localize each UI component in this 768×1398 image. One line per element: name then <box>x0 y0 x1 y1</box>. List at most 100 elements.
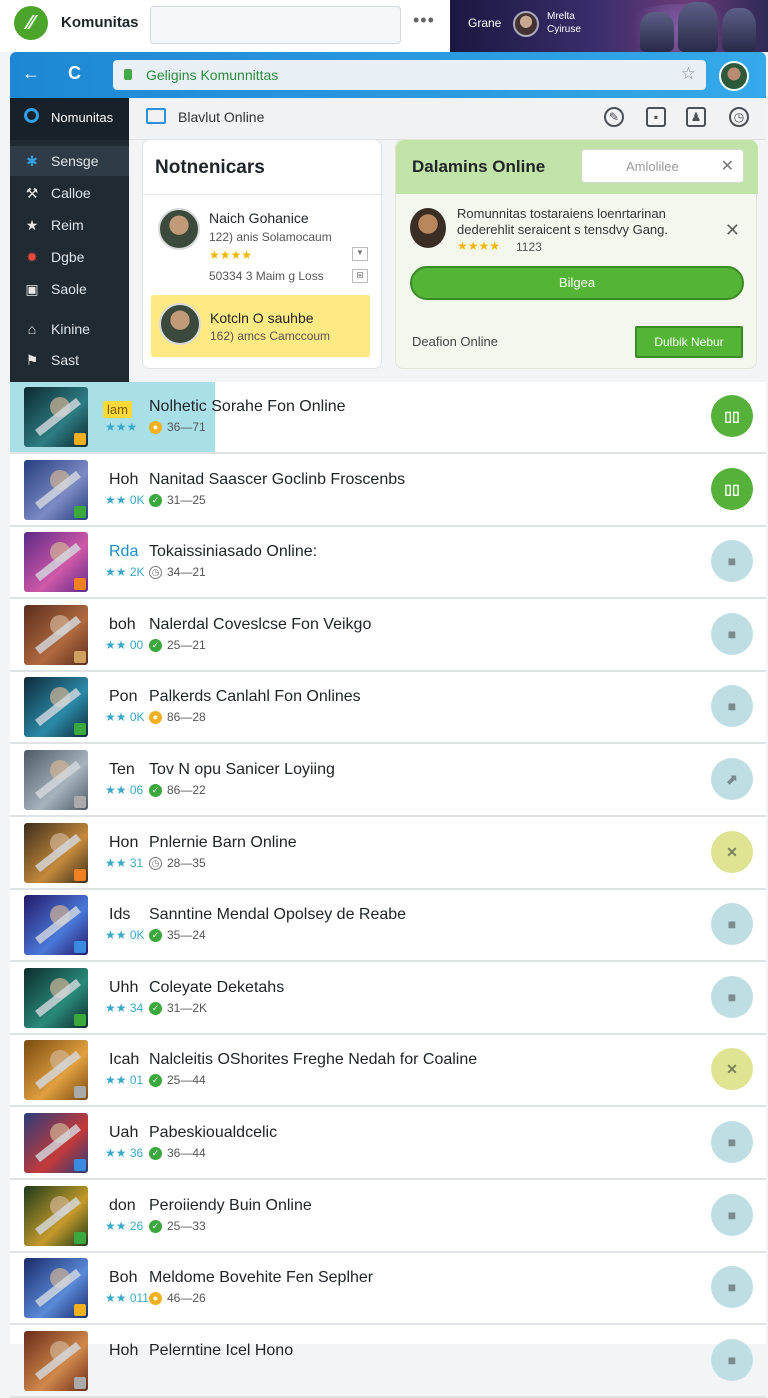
footer-button[interactable]: Dulbik Nebur <box>635 326 743 358</box>
game-thumbnail[interactable] <box>24 1258 88 1319</box>
member-avatar <box>159 303 201 345</box>
sidebar-item-kinine[interactable]: ⌂ Kinine <box>10 314 129 344</box>
row-title[interactable]: Palkerds Canlahl Fon Onlines <box>149 688 361 706</box>
sidebar-item-sensge[interactable]: ✱ Sensge <box>10 146 129 176</box>
address-bar[interactable]: Geligins Komunnittas ☆ <box>113 60 706 90</box>
list-item[interactable]: Rda Tokaissiniasado Online: ★★ 2K ◷ 34—21 ■ <box>10 527 766 600</box>
bookmark-star-icon[interactable]: ☆ <box>681 64 696 84</box>
list-item[interactable]: boh Nalerdal Coveslcse Fon Veikgo ★★ 00 ✓ 25… <box>10 600 766 672</box>
row-action-button[interactable]: ▯▯ <box>711 467 753 510</box>
reload-icon[interactable]: C <box>68 63 81 84</box>
row-action-button[interactable]: ✕ <box>711 830 753 873</box>
row-action-button[interactable]: ■ <box>711 1266 753 1309</box>
row-action-button[interactable]: ■ <box>711 612 753 655</box>
row-action-button[interactable]: ▯▯ <box>711 395 753 437</box>
clear-icon[interactable]: ✕ <box>721 156 734 176</box>
list-item[interactable]: Ids Sanntine Mendal Opolsey de Reabe ★★ 0K… <box>10 890 766 963</box>
game-thumbnail[interactable] <box>24 895 88 956</box>
game-thumbnail[interactable] <box>24 604 88 665</box>
platform-badge-icon <box>74 1086 86 1099</box>
row-action-button[interactable]: ✕ <box>711 1048 753 1091</box>
post-avatar[interactable] <box>410 208 446 248</box>
list-item[interactable]: Uhh Coleyate Deketahs ★★ 34 ✓ 31—2K ■ <box>10 963 766 1035</box>
row-title[interactable]: Nalerdal Coveslcse Fon Veikgo <box>149 616 371 634</box>
game-thumbnail[interactable] <box>24 1040 88 1101</box>
profile-avatar[interactable] <box>719 61 749 91</box>
game-thumbnail[interactable] <box>24 677 88 738</box>
game-thumbnail[interactable] <box>24 1185 88 1246</box>
list-item[interactable]: Boh Meldome Bovehite Fen Seplher ★★ 011 ● 46… <box>10 1253 766 1326</box>
clock-icon[interactable]: ◷ <box>729 107 749 127</box>
grid-icon[interactable]: ⊞ <box>352 269 368 283</box>
row-action-button[interactable]: ■ <box>711 685 753 728</box>
row-action-button[interactable]: ■ <box>711 1338 753 1381</box>
row-action-button[interactable]: ■ <box>711 975 753 1018</box>
row-title[interactable]: Peroiiendy Buin Online <box>149 1197 312 1215</box>
list-item[interactable]: Hon Pnlernie Barn Online ★★ 31 ◷ 28—35 ✕ <box>10 818 766 890</box>
online-search-input[interactable]: Amlolilee ✕ <box>581 149 744 183</box>
list-item[interactable]: Icah Nalcleitis OShorites Freghe Nedah fo… <box>10 1035 766 1108</box>
platform-badge-icon <box>74 1013 86 1026</box>
row-action-button[interactable]: ■ <box>711 1121 753 1163</box>
row-title[interactable]: Tokaissiniasado Online: <box>149 543 317 561</box>
member-avatar[interactable] <box>158 208 200 250</box>
close-icon[interactable]: ✕ <box>725 220 740 241</box>
member-name: Kotcln O sauhbe <box>210 310 314 326</box>
banner-avatar[interactable] <box>513 11 539 37</box>
square-icon[interactable]: ▪ <box>646 107 666 127</box>
row-title[interactable]: Nanitad Saascer Goclinb Froscenbs <box>149 471 405 489</box>
game-thumbnail[interactable] <box>24 1330 88 1391</box>
row-action-button[interactable]: ■ <box>711 1193 753 1236</box>
edit-icon[interactable]: ✎ <box>604 107 624 127</box>
row-title[interactable]: Nolhetic Sorahe Fon Online <box>149 398 346 416</box>
post-text: Romunnitas tostaraiens loenrtarinan dede… <box>457 206 669 237</box>
game-thumbnail[interactable] <box>24 750 88 810</box>
sidebar-item-sast[interactable]: ⚑ Sast <box>10 345 129 375</box>
row-action-button[interactable]: ■ <box>711 540 753 583</box>
row-action-button[interactable]: ⬈ <box>711 758 753 800</box>
sidebar-header[interactable]: Nomunitas <box>10 98 129 140</box>
top-search-input[interactable] <box>150 6 401 44</box>
platform-badge-icon <box>74 1376 86 1389</box>
game-banner[interactable]: Grane Mrelta Cyiruse <box>450 0 768 52</box>
sidebar-item-reim[interactable]: ★ Reim <box>10 210 129 240</box>
list-item[interactable]: Uah Pabeskioualdcelic ★★ 36 ✓ 36—44 ■ <box>10 1108 766 1180</box>
game-thumbnail[interactable] <box>24 532 88 593</box>
dropdown-icon[interactable]: ▼ <box>352 247 368 261</box>
clock-icon: ◷ <box>149 856 162 870</box>
back-icon[interactable]: ← <box>22 63 40 84</box>
sidebar-item-dgbe[interactable]: ✹ Dgbe <box>10 242 129 272</box>
game-thumbnail[interactable] <box>24 967 88 1028</box>
list-item[interactable]: Hoh Nanitad Saascer Goclinb Froscenbs ★★ 0… <box>10 455 766 527</box>
banner-label: Grane <box>468 16 502 30</box>
primary-button[interactable]: Bilgea <box>410 266 744 300</box>
sidebar-item-label: Reim <box>51 217 84 233</box>
row-title[interactable]: Pnlernie Barn Online <box>149 834 297 852</box>
row-action-button[interactable]: ■ <box>711 903 753 946</box>
more-options-icon[interactable]: ••• <box>413 10 435 31</box>
row-title[interactable]: Tov N opu Sanicer Loyiing <box>149 761 335 779</box>
game-thumbnail[interactable] <box>24 459 88 520</box>
list-item[interactable]: don Peroiiendy Buin Online ★★ 26 ✓ 25—33 ■ <box>10 1181 766 1253</box>
sidebar-item-saole[interactable]: ▣ Saole <box>10 274 129 304</box>
list-item[interactable]: Pon Palkerds Canlahl Fon Onlines ★★ 0K ● 86—… <box>10 672 766 745</box>
row-title[interactable]: Meldome Bovehite Fen Seplher <box>149 1269 373 1287</box>
sidebar-item-calloe[interactable]: ⚒ Calloe <box>10 178 129 208</box>
online-card-header: Dalamins Online Amlolilee ✕ <box>396 140 758 194</box>
list-item[interactable]: Hoh Pelerntine Icel Hono ■ <box>10 1326 766 1398</box>
game-thumbnail[interactable] <box>24 387 88 447</box>
row-title[interactable]: Sanntine Mendal Opolsey de Reabe <box>149 906 406 924</box>
game-thumbnail[interactable] <box>24 1113 88 1173</box>
list-item[interactable]: Ten Tov N opu Sanicer Loyiing ★★ 06 ✓ 86—22 ⬈ <box>10 745 766 817</box>
row-title[interactable]: Nalcleitis OShorites Freghe Nedah for Co… <box>149 1051 477 1069</box>
row-stat: ★★★ <box>105 420 138 434</box>
member-name[interactable]: Naich Gohanice <box>209 210 309 226</box>
row-title[interactable]: Pabeskioualdcelic <box>149 1124 277 1142</box>
row-title[interactable]: Coleyate Deketahs <box>149 979 284 997</box>
game-thumbnail[interactable] <box>24 822 88 883</box>
user-icon[interactable]: ♟ <box>686 107 706 127</box>
row-title[interactable]: Pelerntine Icel Hono <box>149 1342 293 1360</box>
app-logo-icon[interactable]: ⁄⁄ <box>14 6 48 40</box>
list-item[interactable]: lam Nolhetic Sorahe Fon Online ★★★ ● 36—71 ▯▯ <box>10 382 766 454</box>
highlighted-member[interactable]: Kotcln O sauhbe 162) amcs Camccoum <box>151 295 370 357</box>
